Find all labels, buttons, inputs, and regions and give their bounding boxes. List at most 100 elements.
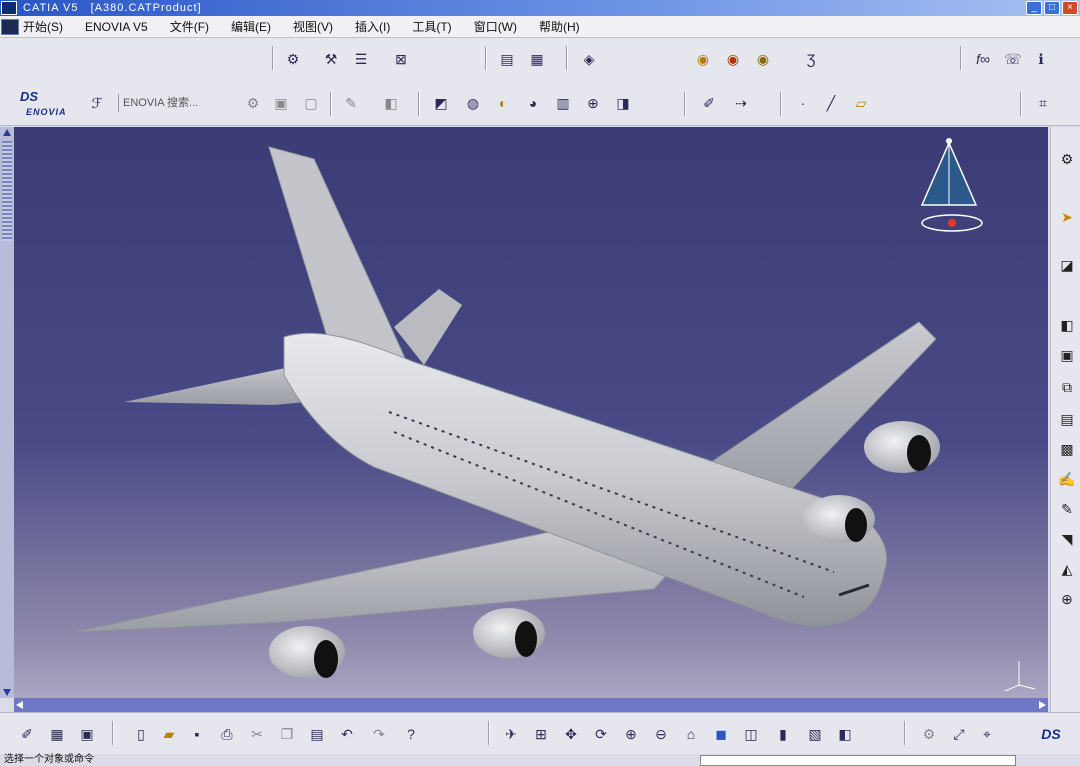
document-icon[interactable] <box>1 18 19 35</box>
measure-icon[interactable]: ◥ <box>1057 529 1077 549</box>
assembly-icon[interactable]: ◧ <box>1057 315 1077 335</box>
cube-view-icon[interactable]: ◩ <box>430 92 452 114</box>
clash-icon[interactable]: ✎ <box>1057 499 1077 519</box>
enovia-search[interactable]: ENOVIA 搜索... <box>118 94 232 112</box>
settings-icon[interactable]: ⌗ <box>1032 92 1054 114</box>
horizontal-scrollbar[interactable] <box>14 698 1048 712</box>
gear-icon[interactable]: ⚙ <box>1057 149 1077 169</box>
point-icon[interactable]: · <box>792 92 814 114</box>
scroll-up-icon[interactable] <box>3 129 11 136</box>
component-icon[interactable]: ▣ <box>1057 345 1077 365</box>
undo-icon[interactable]: ↶ <box>336 723 358 745</box>
shading-icon[interactable]: ◍ <box>462 92 484 114</box>
gear-bottom-icon[interactable]: ⚙ <box>918 723 940 745</box>
vertical-scrollbar[interactable] <box>0 127 14 698</box>
constraint-icon[interactable]: ⚒ <box>320 48 342 70</box>
scroll-thumb[interactable] <box>2 141 12 241</box>
fly-icon[interactable]: ✈ <box>500 723 522 745</box>
menu-help[interactable]: 帮助(H) <box>539 18 580 35</box>
menu-start[interactable]: 开始(S) <box>23 18 63 35</box>
table-icon[interactable]: ▦ <box>526 48 548 70</box>
snap-icon[interactable]: ⊠ <box>390 48 412 70</box>
select-icon[interactable]: ➤ <box>1057 207 1077 227</box>
cut-icon[interactable]: ✂ <box>246 723 268 745</box>
command-input[interactable] <box>700 755 1016 766</box>
info-icon[interactable]: ℹ <box>1030 48 1052 70</box>
annotation-icon[interactable]: ⊕ <box>1057 589 1077 609</box>
rotate-icon[interactable]: ⟳ <box>590 723 612 745</box>
zoom-out-icon[interactable]: ⊖ <box>650 723 672 745</box>
menu-insert[interactable]: 插入(I) <box>355 18 390 35</box>
catalog-icon[interactable]: ☰ <box>350 48 372 70</box>
pan-icon[interactable]: ✥ <box>560 723 582 745</box>
explode-icon[interactable]: ✍ <box>1057 469 1077 489</box>
sketch-icon[interactable]: ◪ <box>1057 255 1077 275</box>
disk-icon[interactable]: ▪ <box>186 723 208 745</box>
minimize-button[interactable]: _ <box>1026 1 1042 15</box>
scroll-left-icon[interactable] <box>16 701 23 709</box>
plane-icon[interactable]: ▱ <box>850 92 872 114</box>
save-icon[interactable]: ▣ <box>76 723 98 745</box>
maximize-button[interactable]: □ <box>1044 1 1060 15</box>
analysis-icon[interactable]: ◧ <box>834 723 856 745</box>
open-icon[interactable]: ✐ <box>16 723 38 745</box>
save-enovia-icon[interactable]: ⚙ <box>242 92 264 114</box>
sketch-icon[interactable]: ✐ <box>698 92 720 114</box>
paste-icon[interactable]: ▤ <box>306 723 328 745</box>
iso-view-icon[interactable]: ◼ <box>710 723 732 745</box>
menu-tools[interactable]: 工具(T) <box>412 18 451 35</box>
scroll-down-icon[interactable] <box>3 689 11 696</box>
zoom-in-icon[interactable]: ⊕ <box>620 723 642 745</box>
section-icon[interactable]: ◭ <box>1057 559 1077 579</box>
edit-icon[interactable]: ✎ <box>340 92 362 114</box>
render-icon[interactable]: ◉ <box>692 48 714 70</box>
scroll-right-icon[interactable] <box>1039 701 1046 709</box>
distance-icon[interactable]: ⌖ <box>976 723 998 745</box>
frame-icon[interactable]: ▢ <box>300 92 322 114</box>
multi-view-icon[interactable]: ◨ <box>612 92 634 114</box>
grid-icon[interactable]: ▥ <box>552 92 574 114</box>
close-button[interactable]: × <box>1062 1 1078 15</box>
print-icon[interactable]: ⎙ <box>216 723 238 745</box>
fit-all-icon[interactable]: ⊞ <box>530 723 552 745</box>
menu-enovia[interactable]: ENOVIA V5 <box>85 20 148 34</box>
fx-icon[interactable]: f∞ <box>972 48 994 70</box>
swap-space-icon[interactable]: ▧ <box>804 723 826 745</box>
layer-icon[interactable]: ◈ <box>578 48 600 70</box>
hide-show-icon[interactable]: ◐ <box>492 92 514 114</box>
copy-icon[interactable]: ❐ <box>276 723 298 745</box>
swap-icon[interactable]: ◕ <box>522 92 544 114</box>
aircraft-model[interactable] <box>14 127 1048 698</box>
menu-edit[interactable]: 编辑(E) <box>231 18 271 35</box>
redo-icon[interactable]: ↷ <box>368 723 390 745</box>
arrange-icon[interactable]: ◧ <box>380 92 402 114</box>
help-icon[interactable]: ? <box>400 723 422 745</box>
compass-icon[interactable] <box>914 135 994 235</box>
menu-file[interactable]: 文件(F) <box>170 18 209 35</box>
3d-viewport[interactable] <box>14 127 1048 698</box>
catalog-2-icon[interactable]: Ʒ <box>800 48 822 70</box>
folder-icon[interactable]: ▰ <box>158 723 180 745</box>
line-icon[interactable]: ╱ <box>820 92 842 114</box>
material-icon[interactable]: ◉ <box>722 48 744 70</box>
shading-mode-icon[interactable]: ◫ <box>740 723 762 745</box>
normal-view-icon[interactable]: ⊕ <box>582 92 604 114</box>
catia-app-icon[interactable] <box>1 1 17 15</box>
document-new-icon[interactable]: ▯ <box>130 723 152 745</box>
measure-bottom-icon[interactable]: ⤢ <box>948 723 970 745</box>
product-icon[interactable]: ⚙ <box>282 48 304 70</box>
chat-icon[interactable]: ☏ <box>1002 48 1024 70</box>
light-icon[interactable]: ◉ <box>752 48 774 70</box>
normal-icon[interactable]: ⌂ <box>680 723 702 745</box>
menu-view[interactable]: 视图(V) <box>293 18 333 35</box>
measure-icon[interactable]: ▤ <box>496 48 518 70</box>
constraint-icon[interactable]: ⧉ <box>1057 377 1077 397</box>
snap-icon[interactable]: ▩ <box>1057 439 1077 459</box>
enovia-icon[interactable]: ℱ <box>86 92 108 114</box>
refresh-icon[interactable]: ▣ <box>270 92 292 114</box>
menu-window[interactable]: 窗口(W) <box>474 18 517 35</box>
arrow-icon[interactable]: ⇢ <box>730 92 752 114</box>
manipulate-icon[interactable]: ▤ <box>1057 409 1077 429</box>
hide-icon[interactable]: ▮ <box>772 723 794 745</box>
new-icon[interactable]: ▦ <box>46 723 68 745</box>
